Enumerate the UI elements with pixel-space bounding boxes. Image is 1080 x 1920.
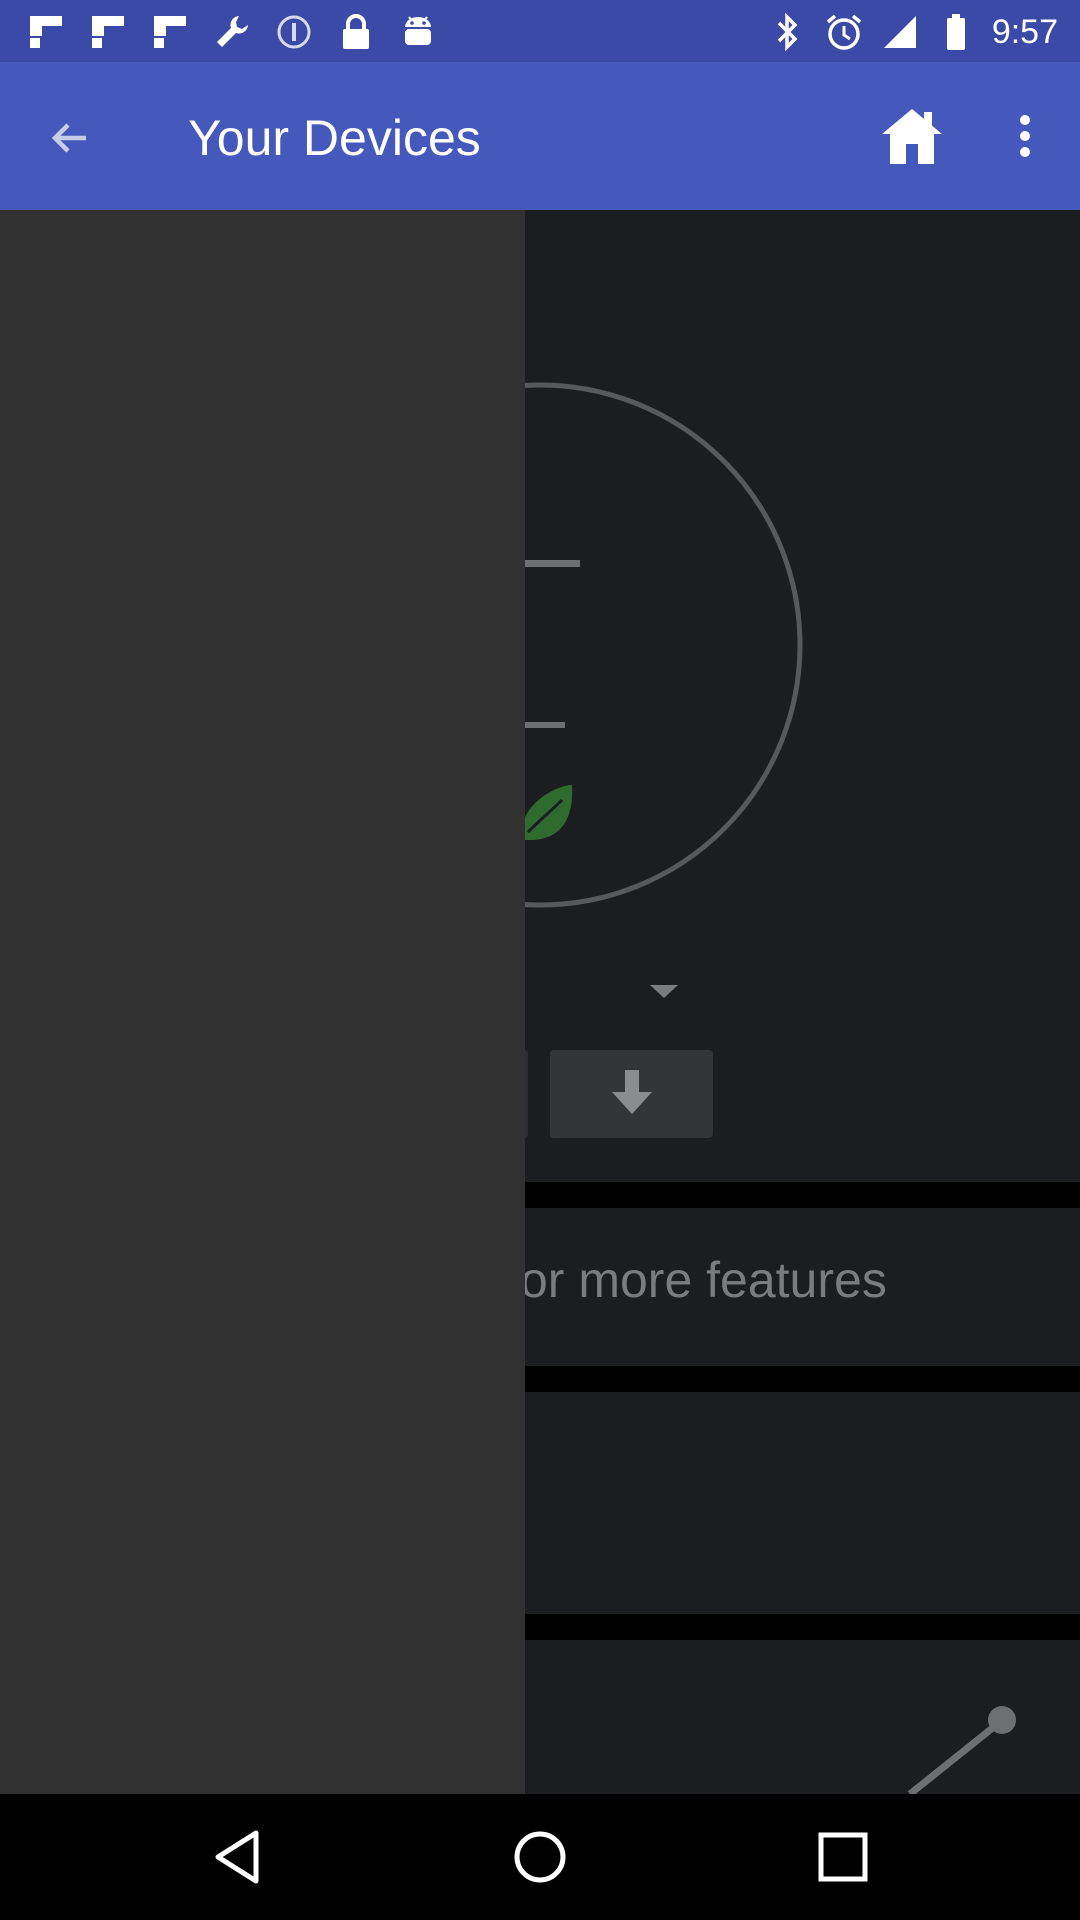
signal-icon (880, 12, 920, 52)
status-system: 9:57 (768, 10, 1058, 54)
wrench-icon (212, 12, 252, 52)
nav-home-button[interactable] (495, 1814, 585, 1904)
flipboard-icon (26, 12, 66, 52)
square-recents-icon (817, 1831, 869, 1888)
info-icon (274, 12, 314, 52)
triangle-back-icon (212, 1829, 262, 1890)
slider-track (907, 1719, 1003, 1794)
status-time: 9:57 (991, 13, 1058, 51)
system-nav-bar (0, 1794, 1080, 1920)
page-title: Your Devices (188, 110, 481, 166)
nav-back-button[interactable] (192, 1814, 282, 1904)
more-vertical-icon (1018, 114, 1032, 163)
nav-recents-button[interactable] (798, 1814, 888, 1904)
android-icon (398, 12, 438, 52)
home-button[interactable] (872, 98, 952, 178)
flipboard-icon (88, 12, 128, 52)
status-bar: 9:57 (0, 0, 1080, 62)
alarm-icon (824, 12, 864, 52)
app-bar: Your Devices (0, 62, 1080, 210)
slider-thumb (988, 1706, 1016, 1734)
bluetooth-icon (768, 12, 808, 52)
lock-icon (336, 12, 376, 52)
home-icon (880, 106, 944, 171)
back-button[interactable] (32, 102, 108, 178)
flipboard-icon (150, 12, 190, 52)
overflow-menu-button[interactable] (1000, 98, 1050, 178)
battery-icon (936, 12, 976, 52)
navigation-drawer[interactable] (0, 210, 525, 1794)
circle-home-icon (512, 1829, 568, 1890)
status-notifications (26, 12, 438, 52)
arrow-back-icon (46, 114, 94, 167)
